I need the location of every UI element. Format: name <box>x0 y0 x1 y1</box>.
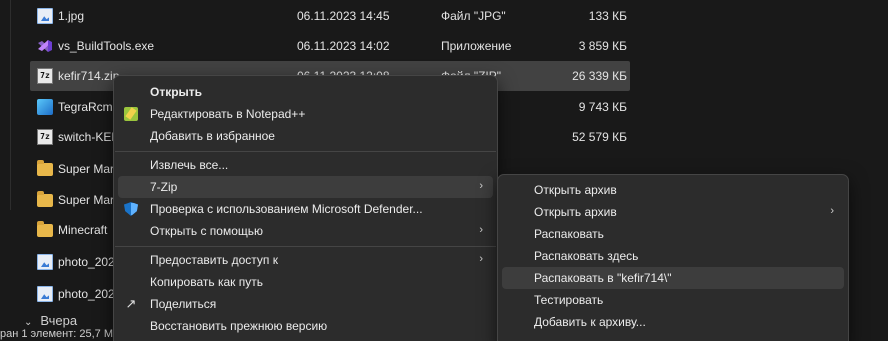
7zip-submenu: Открыть архив Открыть архив › Распаковат… <box>497 174 849 341</box>
defender-shield-icon <box>124 202 138 216</box>
file-type: Приложение <box>441 39 512 53</box>
file-name: Minecraft <box>58 223 108 237</box>
menu-item-label: Тестировать <box>534 293 604 307</box>
chevron-right-icon: › <box>479 224 483 236</box>
menu-item-open-with[interactable]: Открыть с помощью › <box>118 220 493 242</box>
file-name: Super Mar <box>58 162 115 176</box>
menu-item-restore-previous[interactable]: Восстановить прежнюю версию <box>118 315 493 337</box>
menu-item-label: Распаковать в "kefir714\" <box>534 271 672 285</box>
menu-item-label: Восстановить прежнюю версию <box>150 319 328 333</box>
menu-item-label: 7-Zip <box>150 180 178 194</box>
file-name: Super Mar <box>58 193 115 207</box>
notepadpp-icon <box>124 107 138 121</box>
file-name: kefir714.zip <box>58 69 120 83</box>
menu-item-label: Предоставить доступ к <box>150 253 278 267</box>
status-text: ран 1 элемент: 25,7 М <box>0 328 113 340</box>
file-size: 9 743 КБ <box>578 100 627 114</box>
submenu-item-extract-here[interactable]: Распаковать здесь <box>502 245 844 267</box>
menu-item-label: Распаковать <box>534 227 604 241</box>
menu-separator <box>115 246 496 247</box>
chevron-down-icon: ⌄ <box>24 317 33 328</box>
file-date: 06.11.2023 14:45 <box>297 9 390 23</box>
navigation-pane-border <box>10 0 11 210</box>
menu-item-share[interactable]: ↗ Поделиться <box>118 293 493 315</box>
menu-item-open[interactable]: Открыть <box>118 81 493 103</box>
menu-item-give-access[interactable]: Предоставить доступ к › <box>118 249 493 271</box>
7zip-archive-icon: 7z <box>37 68 53 84</box>
image-file-icon <box>37 254 53 270</box>
file-row[interactable]: 1.jpg 06.11.2023 14:45 Файл "JPG" 133 КБ <box>30 1 630 31</box>
file-size: 3 859 КБ <box>578 39 627 53</box>
share-icon: ↗ <box>125 296 137 311</box>
app-icon <box>37 99 53 115</box>
submenu-item-extract-to-folder[interactable]: Распаковать в "kefir714\" <box>502 267 844 289</box>
menu-item-label: Извлечь все... <box>150 158 229 172</box>
visual-studio-icon <box>37 38 53 54</box>
menu-item-7zip[interactable]: 7-Zip › <box>118 176 493 198</box>
menu-item-defender-scan[interactable]: Проверка с использованием Microsoft Defe… <box>118 198 493 220</box>
menu-item-label: Поделиться <box>150 297 217 311</box>
file-size: 133 КБ <box>588 9 627 23</box>
file-row[interactable]: vs_BuildTools.exe 06.11.2023 14:02 Прило… <box>30 31 630 61</box>
menu-item-label: Открыть архив <box>534 205 617 219</box>
file-size: 52 579 КБ <box>572 130 627 144</box>
image-file-icon <box>37 8 53 24</box>
file-name: 1.jpg <box>58 9 85 23</box>
menu-separator <box>115 151 496 152</box>
file-name: photo_202 <box>58 287 115 301</box>
file-type: Файл "JPG" <box>441 9 506 23</box>
menu-item-edit-notepadpp[interactable]: Редактировать в Notepad++ <box>118 103 493 125</box>
group-label: Вчера <box>40 313 78 328</box>
submenu-item-add-to-archive[interactable]: Добавить к архиву... <box>502 311 844 333</box>
menu-item-label: Распаковать здесь <box>534 249 639 263</box>
menu-item-label: Проверка с использованием Microsoft Defe… <box>150 202 423 216</box>
menu-item-add-favorites[interactable]: Добавить в избранное <box>118 125 493 147</box>
context-menu: Открыть Редактировать в Notepad++ Добави… <box>113 75 498 341</box>
submenu-item-extract[interactable]: Распаковать <box>502 223 844 245</box>
folder-icon <box>37 221 53 237</box>
submenu-item-test[interactable]: Тестировать <box>502 289 844 311</box>
file-size: 26 339 КБ <box>572 69 627 83</box>
menu-item-label: Добавить к архиву... <box>534 315 646 329</box>
7zip-archive-icon: 7z <box>37 129 53 145</box>
menu-item-label: Добавить в избранное <box>150 129 275 143</box>
group-header-yesterday[interactable]: ⌄ Вчера <box>24 313 77 328</box>
menu-item-label: Открыть с помощью <box>150 224 264 238</box>
chevron-right-icon: › <box>830 205 834 217</box>
folder-icon <box>37 191 53 207</box>
file-name: vs_BuildTools.exe <box>58 39 155 53</box>
chevron-right-icon: › <box>479 180 483 192</box>
image-file-icon <box>37 286 53 302</box>
menu-item-label: Копировать как путь <box>150 275 263 289</box>
menu-item-label: Открыть архив <box>534 183 617 197</box>
folder-icon <box>37 160 53 176</box>
file-date: 06.11.2023 14:02 <box>297 39 390 53</box>
menu-item-label: Открыть <box>150 85 203 99</box>
file-name: switch-KEF <box>58 130 119 144</box>
menu-item-label: Редактировать в Notepad++ <box>150 107 306 121</box>
menu-item-extract-all[interactable]: Извлечь все... <box>118 154 493 176</box>
chevron-right-icon: › <box>479 253 483 265</box>
submenu-item-open-archive[interactable]: Открыть архив <box>502 179 844 201</box>
menu-item-copy-path[interactable]: Копировать как путь <box>118 271 493 293</box>
submenu-item-open-archive-more[interactable]: Открыть архив › <box>502 201 844 223</box>
file-name: photo_202 <box>58 255 115 269</box>
